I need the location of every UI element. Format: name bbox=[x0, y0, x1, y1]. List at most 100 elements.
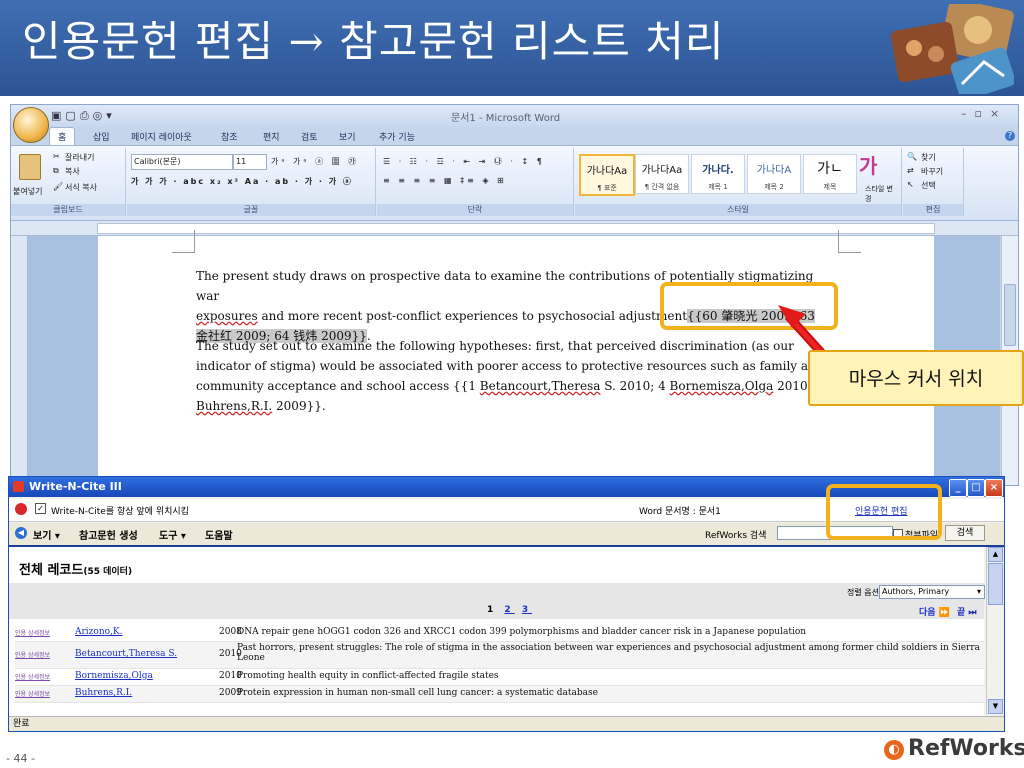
ruler-scale[interactable] bbox=[97, 223, 935, 234]
sort-select[interactable]: Authors, Primary ▾ bbox=[879, 585, 985, 599]
ribbon-tabs: 홈 삽입 페이지 레이아웃 참조 편지 검토 보기 추가 기능 bbox=[49, 127, 1009, 146]
change-styles-button[interactable]: 스타일 변경 bbox=[865, 184, 897, 204]
record-author[interactable]: Buhrens,R.I. bbox=[75, 688, 132, 698]
record-author[interactable]: Bornemisza,Olga bbox=[75, 671, 153, 681]
style-title[interactable]: 가ㄴ 제목 bbox=[803, 154, 857, 194]
wnc-close-icon[interactable]: × bbox=[985, 479, 1003, 497]
menu-tools[interactable]: 도구 ▾ bbox=[159, 527, 186, 542]
records-list: 전체 레코드(55 데이터) 정렬 옵션 Authors, Primary ▾ 1… bbox=[9, 547, 985, 717]
clipboard-group: 붙여넣기 ✂ 잘라내기 ⧉ 복사 🖌 서식 복사 클립보드 bbox=[11, 148, 126, 216]
slide-title: 인용문헌 편집 → 참고문헌 리스트 처리 bbox=[22, 17, 725, 66]
editing-group-label: 편집 bbox=[903, 204, 963, 216]
document-paragraph-2[interactable]: The study set out to examine the followi… bbox=[196, 336, 836, 416]
word-window-controls[interactable]: –▫× bbox=[961, 107, 1007, 120]
scroll-up-icon[interactable]: ▲ bbox=[988, 547, 1003, 562]
select-button[interactable]: 선택 bbox=[921, 180, 936, 191]
new-doc-icon[interactable]: ▢ bbox=[65, 109, 79, 122]
record-author[interactable]: Betancourt,Theresa S. bbox=[75, 649, 177, 659]
table-row[interactable]: 인용 상세정보 Bornemisza,Olga 2010 Promoting h… bbox=[15, 669, 985, 686]
table-row[interactable]: 인용 상세정보 Betancourt,Theresa S. 2010 Past … bbox=[15, 642, 985, 669]
table-row[interactable]: 인용 상세정보 Arizono,K. 2008 DNA repair gene … bbox=[15, 625, 985, 642]
replace-icon[interactable]: ⇄ bbox=[907, 166, 914, 175]
copy-button[interactable]: 복사 bbox=[65, 166, 80, 177]
paste-label[interactable]: 붙여넣기 bbox=[13, 186, 42, 197]
margin-corner-mark bbox=[172, 230, 195, 253]
save-icon[interactable]: ▣ bbox=[51, 109, 65, 122]
help-icon[interactable]: ? bbox=[1005, 131, 1015, 141]
clipboard-group-label: 클립보드 bbox=[11, 204, 125, 216]
tab-view[interactable]: 보기 bbox=[339, 130, 356, 143]
scissors-icon[interactable]: ✂ bbox=[53, 152, 60, 161]
alignment-icons[interactable]: ≡ ≡ ≡ ≡ ▦ ‡≡ ◈ ⊞ bbox=[383, 176, 507, 185]
doc-text: community acceptance and school access {… bbox=[196, 379, 480, 393]
quick-access-icons[interactable]: ▣▢⎙◎▾ bbox=[51, 109, 116, 123]
cite-details-links[interactable]: 인용 상세정보 bbox=[15, 689, 50, 698]
paste-icon[interactable] bbox=[19, 154, 41, 180]
close-icon[interactable]: × bbox=[990, 107, 1007, 120]
scrollbar-thumb[interactable] bbox=[988, 563, 1003, 605]
office-button[interactable] bbox=[13, 107, 49, 143]
doc-text: indicator of stigma) would be associated… bbox=[196, 359, 824, 373]
editing-group: 🔍 찾기 ⇄ 바꾸기 ↖ 선택 편집 bbox=[903, 148, 964, 216]
cut-button[interactable]: 잘라내기 bbox=[65, 152, 94, 163]
change-styles-icon[interactable]: 가 bbox=[859, 150, 877, 179]
menu-view[interactable]: 보기 ▾ bbox=[33, 527, 60, 542]
menu-bibliography[interactable]: 참고문헌 생성 bbox=[79, 527, 138, 542]
find-button[interactable]: 찾기 bbox=[921, 152, 936, 163]
scroll-down-icon[interactable]: ▼ bbox=[988, 699, 1003, 714]
font-size-select[interactable]: 11 bbox=[233, 154, 267, 170]
style-sample-text: 가나다Aa bbox=[641, 165, 683, 176]
tab-references[interactable]: 참조 bbox=[221, 130, 238, 143]
style-heading-2[interactable]: 가나다A 제목 2 bbox=[747, 154, 801, 194]
tab-insert[interactable]: 삽입 bbox=[93, 130, 110, 143]
style-heading-1[interactable]: 가나다. 제목 1 bbox=[691, 154, 745, 194]
replace-button[interactable]: 바꾸기 bbox=[921, 166, 943, 177]
style-sample-text: 가나다A bbox=[756, 165, 792, 176]
tab-review[interactable]: 검토 bbox=[301, 130, 318, 143]
qat-dropdown-icon[interactable]: ▾ bbox=[106, 109, 116, 122]
page-link[interactable]: 2 bbox=[504, 605, 514, 615]
refworks-badge-icon: ◐ bbox=[884, 740, 904, 760]
scrollbar-thumb[interactable] bbox=[1004, 284, 1016, 346]
back-icon[interactable]: ◀ bbox=[15, 527, 27, 539]
tab-page-layout[interactable]: 페이지 레이아웃 bbox=[131, 130, 192, 143]
font-grow-shrink-icons[interactable]: 가ᵃ 가ᵃ ⓐ 圍 ㉮ bbox=[271, 156, 359, 167]
page-link[interactable]: 3 bbox=[522, 605, 532, 615]
stay-on-top-label: Write-N-Cite를 항상 앞에 위치시킴 bbox=[51, 507, 189, 517]
refworks-icon bbox=[15, 503, 27, 515]
record-author[interactable]: Arizono,K. bbox=[75, 627, 123, 637]
style-no-spacing[interactable]: 가나다Aa ¶ 간격 없음 bbox=[635, 154, 689, 194]
menu-help[interactable]: 도움말 bbox=[205, 527, 233, 542]
font-name-select[interactable]: Calibri(본문) bbox=[131, 154, 233, 170]
style-normal[interactable]: 가나다Aa ¶ 표준 bbox=[579, 154, 635, 196]
format-painter-button[interactable]: 서식 복사 bbox=[65, 182, 97, 193]
tab-mailings[interactable]: 편지 bbox=[263, 130, 280, 143]
brush-icon[interactable]: 🖌 bbox=[53, 182, 63, 191]
font-format-icons[interactable]: 가 가 가 · abc x₂ x² Aa · ab · 가 · 가 ⓐ bbox=[131, 176, 353, 187]
cite-details-links[interactable]: 인용 상세정보 bbox=[15, 672, 50, 681]
tab-add-ins[interactable]: 추가 기능 bbox=[379, 130, 415, 143]
wnc-minimize-icon[interactable]: _ bbox=[949, 479, 967, 497]
minimize-icon[interactable]: – bbox=[961, 107, 975, 120]
cite-details-links[interactable]: 인용 상세정보 bbox=[15, 650, 50, 659]
tab-home[interactable]: 홈 bbox=[49, 127, 76, 146]
next-page-button[interactable]: 다음 ⏩ bbox=[919, 605, 950, 618]
search-button[interactable]: 검색 bbox=[945, 525, 985, 541]
end-label: 끝 bbox=[957, 608, 966, 618]
select-icon[interactable]: ↖ bbox=[907, 180, 914, 189]
wnc-maximize-icon[interactable]: □ bbox=[967, 479, 985, 497]
font-group: Calibri(본문) 11 가ᵃ 가ᵃ ⓐ 圍 ㉮ 가 가 가 · abc x… bbox=[127, 148, 376, 216]
records-scrollbar[interactable]: ▲ ▼ bbox=[986, 547, 1003, 715]
doc-text: Bornemisza,Olga bbox=[669, 379, 774, 393]
list-icons[interactable]: ☰ · ☷ · ☲ · ⇤ ⇥ ㉯ · ↕ ¶ bbox=[383, 156, 545, 167]
stay-on-top-checkbox[interactable]: ✓ bbox=[35, 503, 46, 514]
find-icon[interactable]: 🔍 bbox=[907, 152, 917, 161]
last-page-button[interactable]: 끝 ⏭ bbox=[957, 605, 977, 618]
print-icon[interactable]: ⎙ bbox=[80, 109, 93, 122]
cite-details-links[interactable]: 인용 상세정보 bbox=[15, 628, 50, 637]
table-row[interactable]: 인용 상세정보 Buhrens,R.I. 2009 Protein expres… bbox=[15, 686, 985, 703]
preview-icon[interactable]: ◎ bbox=[93, 109, 107, 122]
copy-icon[interactable]: ⧉ bbox=[53, 166, 59, 176]
restore-icon[interactable]: ▫ bbox=[975, 107, 990, 120]
record-title: Past horrors, present struggles: The rol… bbox=[237, 643, 981, 663]
